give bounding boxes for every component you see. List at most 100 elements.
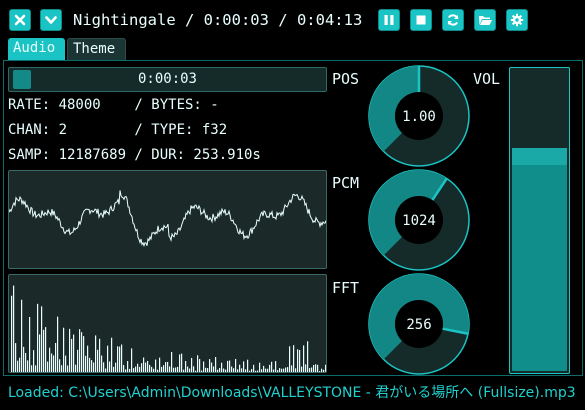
settings-button[interactable] <box>506 9 528 31</box>
fft-bar <box>279 368 281 372</box>
fft-bar <box>85 355 87 372</box>
tab-audio[interactable]: Audio <box>8 38 65 61</box>
fft-bar <box>23 346 25 372</box>
folder-open-icon <box>478 16 492 25</box>
fft-bar <box>113 366 115 372</box>
fft-bar <box>141 363 143 372</box>
fft-bar <box>13 285 15 372</box>
fft-bar <box>313 365 315 372</box>
fft-bar <box>151 366 153 372</box>
fft-bar <box>89 357 91 372</box>
fft-bar <box>221 362 223 372</box>
pcm-label: PCM <box>332 174 360 192</box>
volume-handle[interactable] <box>512 148 567 166</box>
fft-bar <box>53 355 55 372</box>
fft-bar <box>215 357 217 372</box>
fft-bar <box>45 327 47 372</box>
fft-bar <box>207 368 209 372</box>
fft-bar <box>135 366 137 372</box>
fft-bar <box>263 365 265 372</box>
window-title: Nightingale / 0:00:03 / 0:04:13 <box>73 11 363 29</box>
knob-value: 1024 <box>402 213 436 229</box>
pcm-waveform-panel <box>8 170 327 269</box>
fft-bar <box>153 368 155 372</box>
fft-bar <box>197 355 199 372</box>
fft-bar <box>101 355 103 372</box>
fft-bar <box>271 361 273 372</box>
fft-bar <box>303 345 305 372</box>
pause-button[interactable] <box>378 9 400 31</box>
fft-bar <box>29 316 31 372</box>
knob-value: 1.00 <box>402 109 436 125</box>
status-text: Loaded: C:\Users\Admin\Downloads\VALLEYS… <box>8 385 576 401</box>
fft-bar <box>201 370 203 372</box>
fft-bar <box>125 369 127 372</box>
tab-theme[interactable]: Theme <box>67 38 126 61</box>
fft-bar <box>205 367 207 372</box>
fft-bar <box>227 360 229 372</box>
fft-bar <box>321 368 323 372</box>
fft-bar <box>173 367 175 372</box>
pause-icon <box>384 15 394 25</box>
fft-bar <box>295 368 297 372</box>
fft-bar <box>225 369 227 372</box>
close-icon <box>14 14 26 26</box>
fft-bar <box>195 370 197 372</box>
seek-bar-time: 0:00:03 <box>137 71 197 87</box>
open-button[interactable] <box>474 9 496 31</box>
fft-bar <box>161 366 163 372</box>
fft-bar <box>127 361 129 372</box>
fft-bar <box>111 337 113 372</box>
fft-bar <box>17 360 19 372</box>
fft-bar <box>255 370 257 372</box>
pcm-knob[interactable]: 1024 <box>368 169 470 271</box>
fft-bar <box>179 354 181 372</box>
fft-bar <box>273 369 275 372</box>
menu-button[interactable] <box>40 9 62 31</box>
fft-bar <box>253 364 255 372</box>
fft-bar <box>137 363 139 372</box>
fft-bar <box>245 369 247 372</box>
fft-bar <box>315 364 317 372</box>
fft-bar <box>129 368 131 372</box>
fft-bar <box>189 368 191 372</box>
fft-bar <box>233 368 235 372</box>
volume-fill <box>512 148 567 371</box>
fft-bar <box>133 368 135 372</box>
fft-bar <box>41 306 43 372</box>
pcm-knob-dial: 1024 <box>368 169 470 271</box>
fft-bar <box>87 345 89 372</box>
volume-slider[interactable] <box>509 67 570 374</box>
fft-bar <box>69 328 71 372</box>
fft-bar <box>49 347 51 372</box>
fft-bar <box>117 346 119 372</box>
close-button[interactable] <box>9 9 31 31</box>
fft-bar <box>147 360 149 372</box>
fft-bar <box>209 359 211 372</box>
fft-bar <box>269 364 271 372</box>
fft-bar <box>287 367 289 372</box>
loop-button[interactable] <box>442 9 464 31</box>
fft-bar <box>79 329 81 372</box>
fft-bar <box>309 368 311 372</box>
fft-bar <box>43 329 45 372</box>
fft-bar <box>301 366 303 372</box>
fft-knob[interactable]: 256 <box>368 273 470 375</box>
stop-button[interactable] <box>410 9 432 31</box>
pos-knob[interactable]: 1.00 <box>368 65 470 167</box>
fft-bar <box>31 365 33 372</box>
fft-bar <box>171 351 173 372</box>
seek-bar[interactable]: 0:00:03 <box>8 67 327 92</box>
info-line-rate: RATE: 48000 / BYTES: - <box>8 97 219 113</box>
fft-bar <box>35 365 37 372</box>
fft-bar <box>95 335 97 372</box>
fft-bar <box>163 365 165 372</box>
fft-bar <box>211 362 213 372</box>
fft-bar <box>145 362 147 372</box>
knob-value: 256 <box>406 317 431 333</box>
fft-bar <box>67 365 69 372</box>
fft-bar <box>167 361 169 372</box>
stop-icon <box>416 15 426 25</box>
fft-bar <box>63 327 65 372</box>
fft-bar <box>243 361 245 372</box>
